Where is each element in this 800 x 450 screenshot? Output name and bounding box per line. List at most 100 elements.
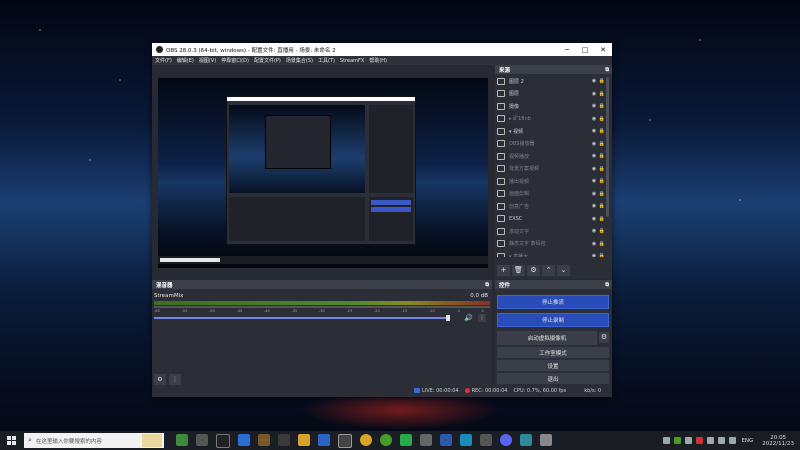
source-item[interactable]: ▸ 矿18nb ◉ 🔒 bbox=[497, 113, 606, 126]
source-item[interactable]: 画面剪辑 ◉ 🔒 bbox=[497, 188, 606, 201]
lock-icon[interactable]: 🔒 bbox=[598, 141, 606, 147]
tray-chevron-icon[interactable] bbox=[663, 437, 671, 444]
menu-view[interactable]: 视图(V) bbox=[199, 57, 216, 64]
dock-float-icon[interactable]: ⧉ bbox=[485, 282, 489, 288]
capcut-app-icon[interactable] bbox=[216, 433, 230, 448]
move-up-button[interactable]: ⌃ bbox=[542, 265, 555, 276]
visibility-eye-icon[interactable]: ◉ bbox=[590, 216, 598, 222]
app-icon-19[interactable] bbox=[540, 433, 552, 446]
menu-edit[interactable]: 编辑(E) bbox=[177, 57, 194, 64]
menu-scene-collection[interactable]: 场景集合(S) bbox=[286, 57, 313, 64]
taskbar-search[interactable]: ⌕ 在这里输入你要搜索的内容 bbox=[24, 433, 164, 448]
wechat-icon[interactable] bbox=[400, 433, 412, 446]
app-icon-15[interactable] bbox=[460, 433, 472, 446]
menu-file[interactable]: 文件(F) bbox=[155, 57, 172, 64]
sources-scrollbar[interactable] bbox=[606, 77, 609, 217]
obs-app-icon[interactable] bbox=[196, 433, 208, 446]
lock-icon[interactable]: 🔒 bbox=[598, 78, 606, 84]
volume-slider[interactable] bbox=[154, 317, 446, 319]
start-button[interactable] bbox=[4, 431, 18, 450]
mixer-options-icon[interactable]: ⋮ bbox=[169, 374, 181, 385]
lock-icon[interactable]: 🔒 bbox=[598, 91, 606, 97]
program-preview[interactable] bbox=[158, 78, 488, 268]
lock-icon[interactable]: 🔒 bbox=[598, 103, 606, 109]
menu-tools[interactable]: 工具(T) bbox=[318, 57, 335, 64]
source-item[interactable]: 摄像 ◉ 🔒 bbox=[497, 100, 606, 113]
dock-float-icon[interactable]: ⧉ bbox=[605, 67, 609, 73]
app-icon-13[interactable] bbox=[420, 433, 432, 446]
tray-app-icon[interactable] bbox=[674, 437, 682, 444]
network-icon[interactable] bbox=[718, 437, 726, 444]
app-icon-18[interactable] bbox=[520, 433, 532, 446]
visibility-eye-icon[interactable]: ◉ bbox=[590, 228, 598, 234]
taskbar-clock[interactable]: 20:05 2022/11/23 bbox=[762, 435, 794, 447]
minimize-button[interactable]: ─ bbox=[558, 46, 576, 54]
virtual-camera-settings-icon[interactable]: ⚙ bbox=[599, 332, 609, 343]
steam-icon[interactable] bbox=[440, 433, 452, 446]
visibility-eye-icon[interactable]: ◉ bbox=[590, 203, 598, 209]
tray-app-icon[interactable] bbox=[696, 437, 704, 444]
source-item[interactable]: 静态文字 数码包 ◉ 🔒 bbox=[497, 238, 606, 251]
advanced-audio-icon[interactable]: ⚙ bbox=[154, 374, 166, 385]
visibility-eye-icon[interactable]: ◉ bbox=[590, 78, 598, 84]
app-icon-5[interactable] bbox=[258, 433, 270, 446]
visibility-eye-icon[interactable]: ◉ bbox=[590, 241, 598, 247]
maximize-button[interactable]: □ bbox=[576, 46, 594, 54]
lock-icon[interactable]: 🔒 bbox=[598, 216, 606, 222]
edge-app-icon[interactable] bbox=[238, 433, 250, 446]
menu-streamfx[interactable]: StreamFX bbox=[340, 58, 364, 64]
lock-icon[interactable]: 🔒 bbox=[598, 241, 606, 247]
lock-icon[interactable]: 🔒 bbox=[598, 116, 606, 122]
lock-icon[interactable]: 🔒 bbox=[598, 178, 606, 184]
xbox-app-icon[interactable] bbox=[176, 433, 188, 446]
source-item[interactable]: 播出视频 ◉ 🔒 bbox=[497, 175, 606, 188]
volume-icon[interactable] bbox=[729, 437, 737, 444]
add-source-button[interactable]: + bbox=[497, 265, 510, 276]
source-item[interactable]: 创意广告 ◉ 🔒 bbox=[497, 200, 606, 213]
menu-docks[interactable]: 停靠窗口(D) bbox=[221, 57, 249, 64]
remove-source-button[interactable]: 🗑 bbox=[512, 265, 525, 276]
menu-help[interactable]: 帮助(H) bbox=[369, 57, 387, 64]
visibility-eye-icon[interactable]: ◉ bbox=[590, 178, 598, 184]
lock-icon[interactable]: 🔒 bbox=[598, 253, 606, 257]
source-item[interactable]: EXSC ◉ 🔒 bbox=[497, 213, 606, 226]
visibility-eye-icon[interactable]: ◉ bbox=[590, 166, 598, 172]
lock-icon[interactable]: 🔒 bbox=[598, 228, 606, 234]
app-icon-11[interactable] bbox=[380, 433, 392, 446]
source-item[interactable]: 背景方案视频 ◉ 🔒 bbox=[497, 163, 606, 176]
source-properties-button[interactable]: ⚙ bbox=[527, 265, 540, 276]
source-item[interactable]: 图层 ◉ 🔒 bbox=[497, 88, 606, 101]
stop-recording-button[interactable]: 停止录制 bbox=[497, 313, 609, 327]
visibility-eye-icon[interactable]: ◉ bbox=[590, 141, 598, 147]
source-item[interactable]: 视频播放 ◉ 🔒 bbox=[497, 150, 606, 163]
file-explorer-icon[interactable] bbox=[298, 433, 310, 446]
tray-app-icon[interactable] bbox=[685, 437, 693, 444]
dock-float-icon[interactable]: ⧉ bbox=[605, 282, 609, 288]
lock-icon[interactable]: 🔒 bbox=[598, 191, 606, 197]
input-language[interactable]: ENG bbox=[741, 438, 753, 444]
mixer-menu-button[interactable]: ⋮ bbox=[478, 314, 486, 322]
app-icon-8[interactable] bbox=[318, 433, 330, 446]
source-item[interactable]: 图层 2 ◉ 🔒 bbox=[497, 75, 606, 88]
volume-slider-knob[interactable] bbox=[445, 315, 450, 321]
studio-mode-button[interactable]: 工作室模式 bbox=[497, 347, 609, 358]
lock-icon[interactable]: 🔒 bbox=[598, 203, 606, 209]
source-item[interactable]: ▾ 视频 ◉ 🔒 bbox=[497, 125, 606, 138]
lock-icon[interactable]: 🔒 bbox=[598, 128, 606, 134]
speaker-icon[interactable]: 🔊 bbox=[464, 314, 473, 322]
stop-streaming-button[interactable]: 停止推流 bbox=[497, 295, 609, 309]
source-item[interactable]: ▾ 直播大 ◉ 🔒 bbox=[497, 250, 606, 257]
app-icon-16[interactable] bbox=[480, 433, 492, 446]
discord-icon[interactable] bbox=[500, 433, 512, 446]
lock-icon[interactable]: 🔒 bbox=[598, 166, 606, 172]
source-item[interactable]: 滚动文字 ◉ 🔒 bbox=[497, 225, 606, 238]
visibility-eye-icon[interactable]: ◉ bbox=[590, 103, 598, 109]
visibility-eye-icon[interactable]: ◉ bbox=[590, 128, 598, 134]
lock-icon[interactable]: 🔒 bbox=[598, 153, 606, 159]
visibility-eye-icon[interactable]: ◉ bbox=[590, 253, 598, 257]
menu-profile[interactable]: 配置文件(P) bbox=[254, 57, 281, 64]
close-button[interactable]: ✕ bbox=[594, 46, 612, 54]
visibility-eye-icon[interactable]: ◉ bbox=[590, 191, 598, 197]
obs-active-icon[interactable] bbox=[338, 433, 352, 448]
app-icon-6[interactable] bbox=[278, 433, 290, 446]
